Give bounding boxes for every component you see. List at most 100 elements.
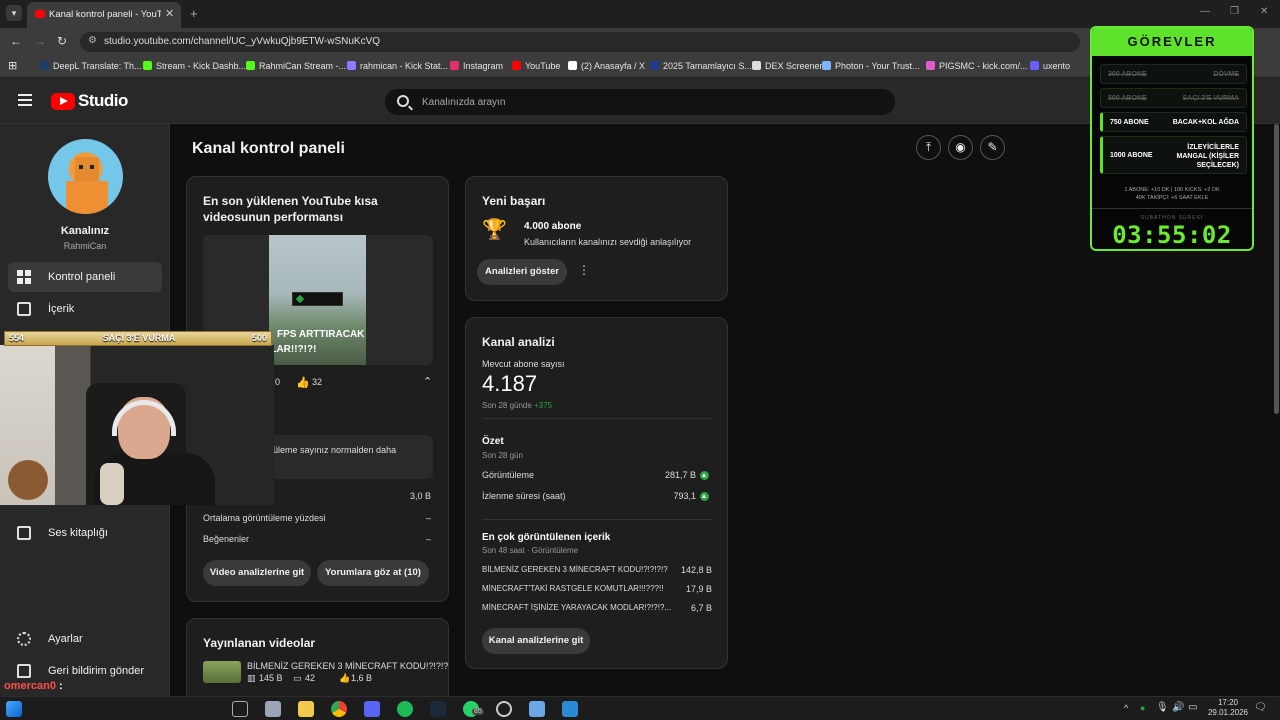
video-thumbnail[interactable] [203,661,241,683]
browser-tab-active[interactable]: Kanal kontrol paneli - YouTube ✕ [27,2,181,28]
like-icon: 👍 [339,673,351,683]
top-content-item[interactable]: BİLMENİZ GEREKEN 3 MİNECRAFT KODU!?!?!?!… [482,565,672,574]
bookmark-label: Photon - Your Trust... [835,61,920,71]
bookmark-item[interactable]: rahmican - Kick Stat... [347,61,448,71]
dashboard-icon [17,270,31,284]
bookmark-favicon-icon [568,61,577,70]
youtube-logo-icon[interactable] [51,93,75,110]
comments-icon: ▭ [293,673,302,683]
top-content-item[interactable]: MİNECRAFT İŞİNİZE YARAYACAK MODLAR!?!?!?… [482,603,672,612]
bookmark-item[interactable]: YouTube [512,61,560,71]
task-view-icon[interactable] [232,701,248,717]
tray-app-icon[interactable]: ● [1140,703,1145,713]
sidebar-item-settings[interactable]: Ayarlar [8,624,162,654]
bookmark-favicon-icon [40,61,49,70]
bookmark-label: DEX Screener [765,61,823,71]
metric-label: Beğenenler [203,534,250,544]
tray-overflow-icon[interactable]: ^ [1124,703,1128,713]
start-icon[interactable] [6,701,22,717]
webcam-overlay [0,345,274,505]
sidebar-item-audio-library[interactable]: Ses kitaplığı [8,518,162,548]
comments-button[interactable]: Yorumlara göz at (10) [317,560,429,586]
page-scrollbar[interactable] [1274,124,1279,414]
avatar-body [66,181,108,214]
back-button[interactable]: ← [10,34,22,48]
file-app-icon[interactable] [265,701,281,717]
channel-search[interactable]: Kanalınızda arayın [384,88,896,116]
sidebar-item-dashboard[interactable]: Kontrol paneli [8,262,162,292]
discord-icon[interactable] [364,701,380,717]
bookmark-favicon-icon [450,61,459,70]
summary-label: Görüntüleme [482,470,535,480]
close-window-button[interactable]: ✕ [1260,6,1268,17]
chrome-icon[interactable] [331,701,347,717]
bookmark-favicon-icon [1030,61,1039,70]
steam-icon[interactable] [430,701,446,717]
bookmark-item[interactable]: PIGSMC - kick.com/... [926,61,1028,71]
media-app-icon[interactable] [562,701,578,717]
system-clock[interactable]: 17:20 29.01.2026 [1208,698,1248,718]
maximize-button[interactable]: ❐ [1230,6,1239,17]
settings-icon [17,632,31,646]
bookmark-item[interactable]: 2025 Tamamlayıcı S... [650,61,752,71]
video-analytics-button[interactable]: Video analizlerine git [203,560,311,586]
quests-info: 1 ABONE: +10 DK | 100 KICKS: +2 DK 40K T… [1124,187,1220,201]
bookmark-item[interactable]: Instagram [450,61,503,71]
volume-icon[interactable]: 🔊 [1172,702,1184,713]
studio-header: Studio Kanalınızda arayın [0,78,1280,124]
minimize-button[interactable]: — [1200,6,1210,17]
more-options-icon[interactable]: ⋮ [578,263,590,277]
go-live-button[interactable]: ◉ [948,135,973,160]
thumbnail-overlay [292,292,343,306]
obs-icon[interactable] [496,701,512,717]
bookmark-item[interactable]: uxento [1030,61,1070,71]
notifications-icon[interactable]: 🗨 [1254,702,1267,713]
tab-search-button[interactable]: ▾ [6,5,22,21]
sidebar-item-label: İçerik [48,303,75,315]
studio-logo-text[interactable]: Studio [78,91,128,111]
microphone-icon[interactable]: 🎙 [1156,702,1169,713]
network-app-icon[interactable] [529,701,545,717]
bookmark-favicon-icon [926,61,935,70]
bookmark-favicon-icon [650,61,659,70]
achievement-card: Yeni başarı 🏆 4.000 abone Kullanıcıların… [465,176,728,301]
channel-avatar[interactable] [48,139,123,214]
site-info-icon[interactable]: ⚙ [88,35,97,46]
search-input[interactable]: Kanalınızda arayın [422,97,505,108]
video-title[interactable]: BİLMENİZ GEREKEN 3 MİNECRAFT KODU!?!?!?.… [247,661,448,671]
menu-icon[interactable] [18,94,32,106]
bookmark-label: rahmican - Kick Stat... [360,61,449,71]
comments-count: 42 [305,673,316,683]
top-content-item[interactable]: MİNECRAFT'TAKİ RASTGELE KOMUTLAR!!!???!! [482,584,672,593]
bookmark-label: 2025 Tamamlayıcı S... [663,61,752,71]
bookmark-item[interactable]: DEX Screener [752,61,823,71]
metric-value: – [425,513,431,523]
network-icon[interactable]: ▭ [1188,702,1197,713]
bookmark-item[interactable]: DeepL Translate: Th... [40,61,142,71]
card-title: Yayınlanan videolar [203,636,316,650]
file-explorer-icon[interactable] [298,701,314,717]
bookmark-item[interactable]: Photon - Your Trust... [822,61,920,71]
apps-grid-icon[interactable]: ⊞ [8,59,17,72]
divider [482,418,712,419]
collapse-icon[interactable]: ⌃ [423,375,432,388]
upload-button[interactable]: ⤒ [916,135,941,160]
bookmark-item[interactable]: Stream - Kick Dashb... [143,61,246,71]
bookmark-item[interactable]: RahmiCan Stream -... [246,61,346,71]
spotify-icon[interactable] [397,701,413,717]
bookmark-item[interactable]: (2) Anasayfa / X [568,61,645,71]
url-text: studio.youtube.com/channel/UC_yVwkuQjb9E… [104,36,381,47]
forward-button[interactable]: → [34,34,46,48]
new-tab-button[interactable]: + [190,6,198,21]
tab-close-icon[interactable]: ✕ [165,7,174,20]
windows-taskbar: 85 ^ ● 🎙 🔊 ▭ 17:20 29.01.2026 🗨 [0,696,1280,720]
reload-button[interactable]: ↻ [57,34,67,48]
channel-analytics-button[interactable]: Kanal analizlerine git [482,628,590,654]
goal-target: 500 [251,333,267,343]
bookmark-favicon-icon [752,61,761,70]
show-analytics-button[interactable]: Analizleri göster [477,259,567,285]
short-title-partial[interactable]: FPS ARTTIRACAK [277,329,364,340]
create-post-button[interactable]: ✎ [980,135,1005,160]
sidebar-item-content[interactable]: İçerik [8,294,162,324]
url-bar[interactable]: ⚙ studio.youtube.com/channel/UC_yVwkuQjb… [80,32,1080,52]
